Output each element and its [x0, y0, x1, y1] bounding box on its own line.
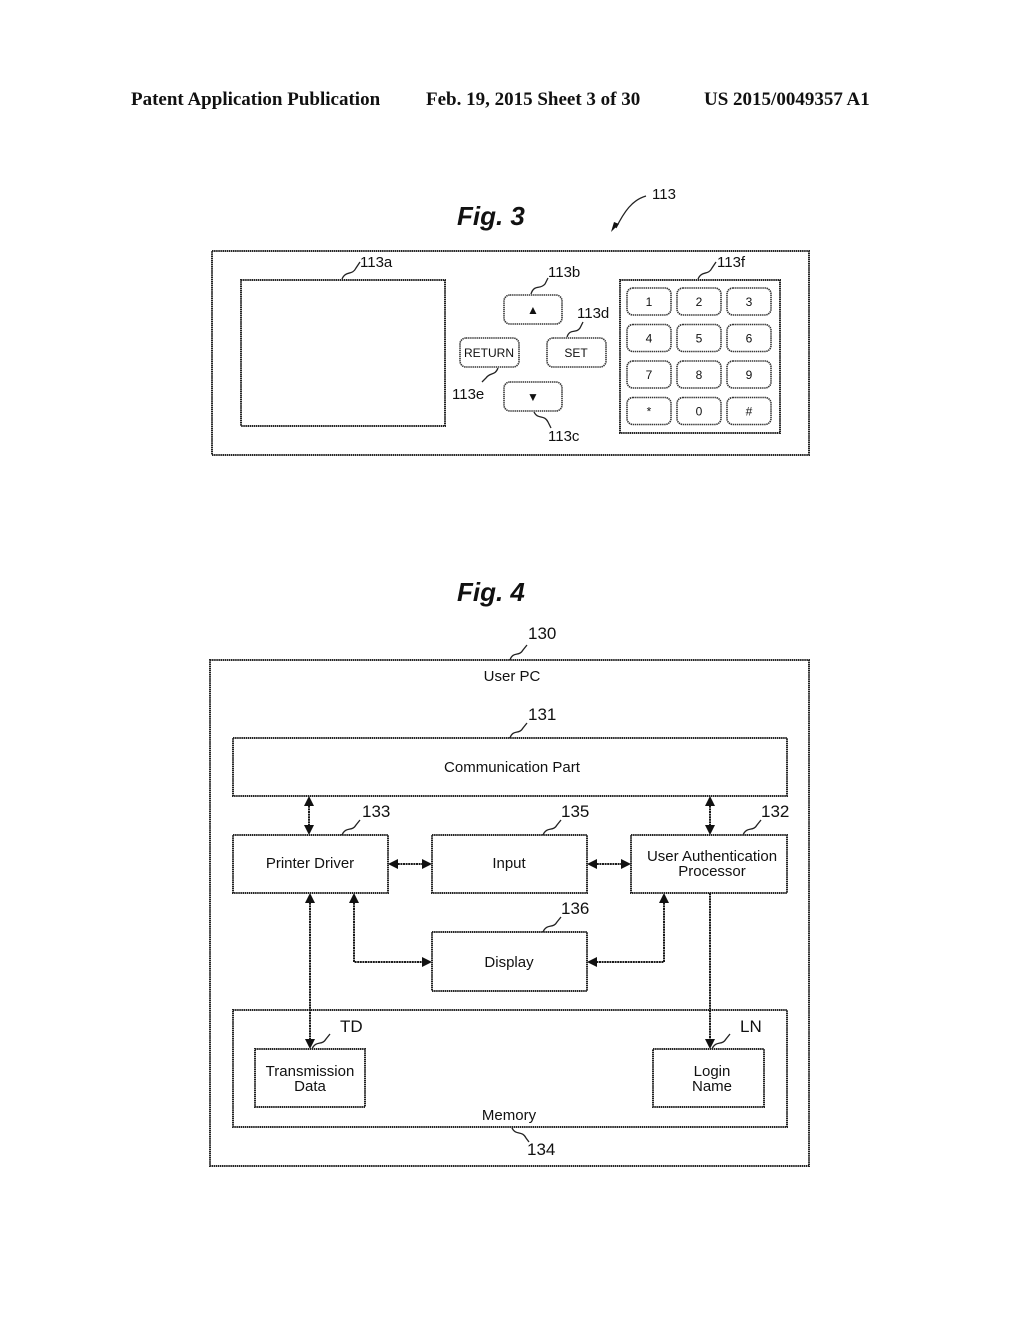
transmission-data-line2: Data	[294, 1078, 326, 1095]
up-arrow-icon: ▲	[527, 303, 539, 317]
keypad-key-label: 1	[646, 295, 653, 309]
display-screen	[240, 279, 446, 427]
user-pc-ref-leader	[509, 644, 528, 661]
user-auth-label-line2: Processor	[678, 863, 746, 880]
figure-3: Fig. 3 113 113a ▲ 113b SET 113d RETURN 1…	[211, 186, 810, 456]
keypad-key-label: 4	[646, 332, 653, 346]
login-name-ref: LN	[740, 1017, 762, 1036]
keypad-key-label: 7	[646, 368, 653, 382]
keypad-key-label: 8	[696, 368, 703, 382]
communication-part-ref: 131	[528, 705, 556, 724]
transmission-data-ref: TD	[340, 1017, 363, 1036]
keypad-key-label: #	[746, 405, 753, 419]
panel-ref: 113	[652, 186, 676, 203]
return-ref: 113e	[452, 386, 484, 403]
keypad-key-label: 3	[746, 295, 753, 309]
keypad-key-label: *	[647, 405, 652, 419]
fig3-title: Fig. 3	[457, 201, 525, 231]
return-button-label: RETURN	[464, 346, 514, 360]
display-label: Display	[484, 954, 534, 971]
keypad-key-label: 9	[746, 368, 753, 382]
up-ref: 113b	[548, 264, 580, 281]
login-name-line2: Name	[692, 1078, 732, 1095]
down-ref: 113c	[548, 428, 580, 445]
printer-driver-label: Printer Driver	[266, 855, 354, 872]
fig4-title: Fig. 4	[457, 577, 525, 607]
user-pc-ref: 130	[528, 624, 556, 643]
keypad-key-label: 6	[746, 332, 753, 346]
memory-ref: 134	[527, 1140, 555, 1159]
set-button-label: SET	[564, 346, 588, 360]
screen-ref: 113a	[360, 254, 393, 271]
user-auth-ref: 132	[761, 802, 789, 821]
keypad-key-label: 0	[696, 405, 703, 419]
memory-label: Memory	[482, 1107, 537, 1124]
down-arrow-icon: ▼	[527, 390, 539, 404]
display-ref: 136	[561, 899, 589, 918]
figure-4: Fig. 4 130 User PC 131 Communication Par…	[209, 577, 810, 1167]
communication-part-label: Communication Part	[444, 759, 581, 776]
input-label: Input	[492, 855, 526, 872]
figures-canvas: Fig. 3 113 113a ▲ 113b SET 113d RETURN 1…	[209, 186, 810, 1167]
user-pc-label: User PC	[484, 668, 541, 685]
keypad-key-label: 5	[696, 332, 703, 346]
keypad-key-label: 2	[696, 295, 703, 309]
panel-ref-leader	[615, 195, 647, 229]
printer-driver-ref: 133	[362, 802, 390, 821]
set-ref: 113d	[577, 305, 609, 322]
input-ref: 135	[561, 802, 589, 821]
keypad-ref: 113f	[717, 254, 746, 271]
